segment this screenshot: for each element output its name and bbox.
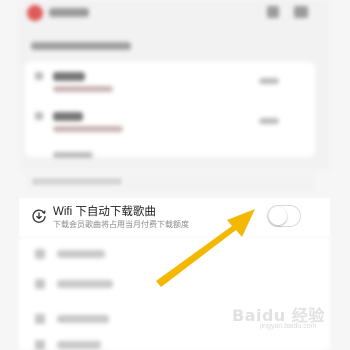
arrow-pointer-icon [156,209,255,287]
watermark-url: jingyan.baidu.com [260,323,317,330]
